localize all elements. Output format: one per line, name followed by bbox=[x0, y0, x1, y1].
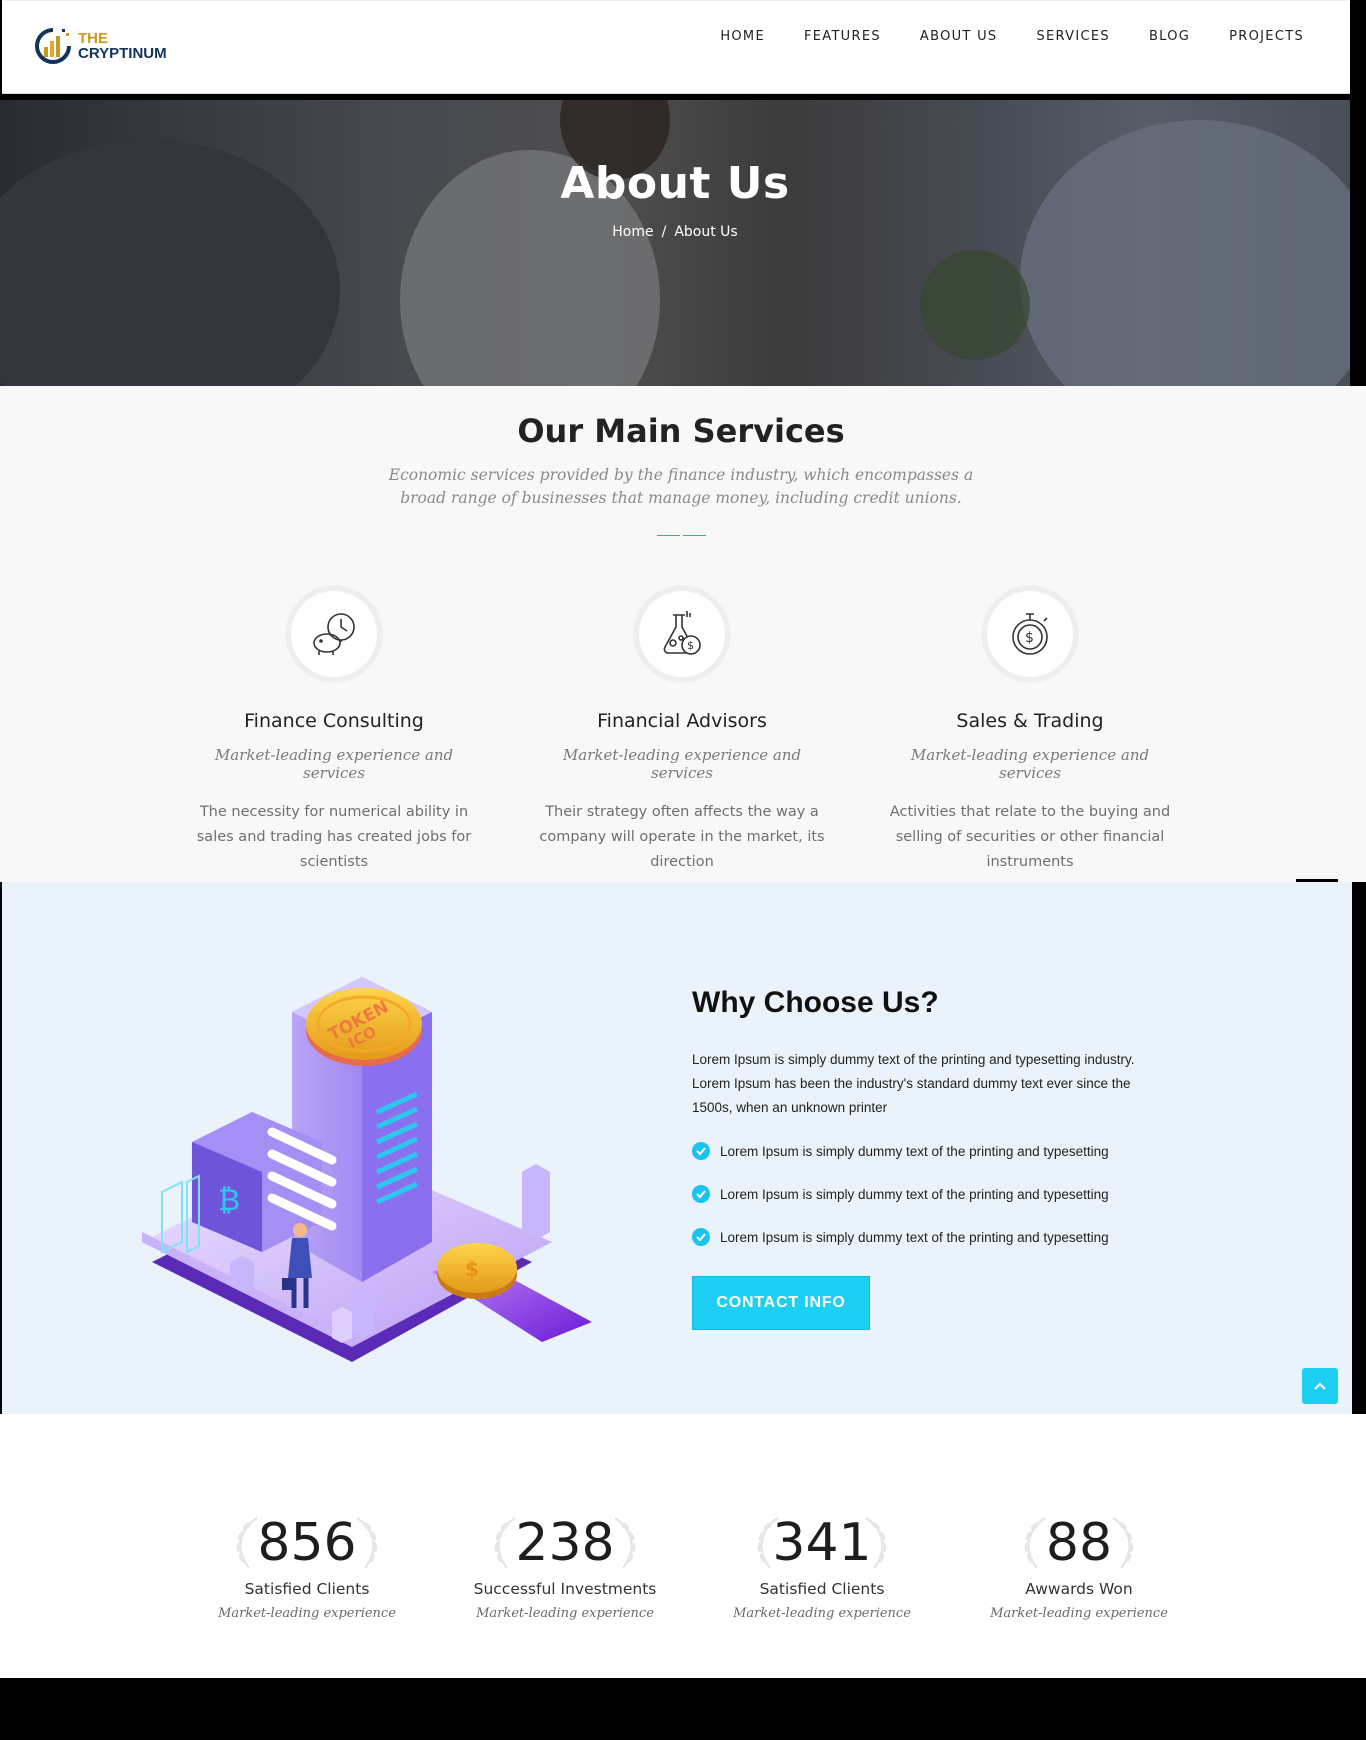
breadcrumb: Home / About Us bbox=[0, 224, 1350, 240]
stat-value: 238 bbox=[515, 1513, 615, 1573]
check-item-text: Lorem Ipsum is simply dummy text of the … bbox=[720, 1143, 1109, 1159]
stat-label: Awwards Won bbox=[1025, 1580, 1133, 1598]
bitcoin-label: ₿ bbox=[218, 1183, 240, 1218]
nav-features[interactable]: FEATURES bbox=[804, 29, 881, 44]
hero-overlay bbox=[0, 100, 1350, 386]
logo-line1: THE bbox=[78, 30, 108, 47]
crypto-building-illustration: ₿ TOKEN ICO $ bbox=[132, 942, 612, 1402]
stat-counter: 856 Satisfied Clients Market-leading exp… bbox=[197, 1510, 417, 1621]
dollar-coin-label: $ bbox=[465, 1257, 479, 1281]
nav-blog[interactable]: BLOG bbox=[1149, 29, 1190, 44]
logo-mark-icon bbox=[32, 25, 74, 67]
service-card: Finance Consulting Market-leading experi… bbox=[184, 586, 484, 875]
stopwatch-dollar-icon: $ bbox=[982, 586, 1078, 682]
stat-value: 341 bbox=[772, 1513, 872, 1573]
why-description: Lorem Ipsum is simply dummy text of the … bbox=[692, 1052, 1135, 1115]
check-item-text: Lorem Ipsum is simply dummy text of the … bbox=[720, 1229, 1109, 1245]
nav-services[interactable]: SERVICES bbox=[1036, 29, 1109, 44]
piggy-clock-icon bbox=[286, 586, 382, 682]
breadcrumb-current: About Us bbox=[674, 224, 738, 240]
service-description: Activities that relate to the buying and… bbox=[889, 804, 1171, 870]
stat-counter: 341 Satisfied Clients Market-leading exp… bbox=[712, 1510, 932, 1621]
nav-home[interactable]: HOME bbox=[720, 29, 765, 44]
check-item-text: Lorem Ipsum is simply dummy text of the … bbox=[720, 1186, 1109, 1202]
service-card: $ Financial Advisors Market-leading expe… bbox=[532, 586, 832, 875]
logo-line2: CRYPTINUM bbox=[78, 45, 167, 62]
service-tagline: Market-leading experience and services bbox=[910, 746, 1150, 782]
chevron-up-icon bbox=[1314, 1382, 1326, 1390]
nav-projects[interactable]: PROJECTS bbox=[1229, 29, 1304, 44]
main-nav: HOME FEATURES ABOUT US SERVICES BLOG PRO… bbox=[681, 29, 1304, 44]
stat-tagline: Market-leading experience bbox=[476, 1606, 654, 1621]
section-edge bbox=[0, 882, 2, 920]
stat-counter: 238 Successful Investments Market-leadin… bbox=[455, 1510, 675, 1621]
service-card: $ Sales & Trading Market-leading experie… bbox=[880, 586, 1180, 875]
service-tagline: Market-leading experience and services bbox=[214, 746, 454, 782]
site-header: THE CRYPTINUM HOME FEATURES ABOUT US SER… bbox=[2, 0, 1350, 94]
svg-text:$: $ bbox=[1025, 630, 1034, 646]
check-circle-icon bbox=[692, 1185, 710, 1203]
check-item: Lorem Ipsum is simply dummy text of the … bbox=[692, 1228, 1109, 1246]
check-circle-icon bbox=[692, 1142, 710, 1160]
stat-value: 856 bbox=[257, 1513, 357, 1573]
stats-section: 856 Satisfied Clients Market-leading exp… bbox=[0, 1414, 1366, 1678]
nav-about-us[interactable]: ABOUT US bbox=[920, 29, 998, 44]
stat-tagline: Market-leading experience bbox=[990, 1606, 1168, 1621]
service-description: The necessity for numerical ability in s… bbox=[196, 804, 472, 870]
svg-text:$: $ bbox=[687, 639, 694, 652]
stat-label: Satisfied Clients bbox=[244, 1580, 370, 1598]
stat-label: Satisfied Clients bbox=[759, 1580, 885, 1598]
logo[interactable]: THE CRYPTINUM bbox=[32, 21, 182, 71]
stat-counter: 88 Awwards Won Market-leading experience bbox=[969, 1510, 1189, 1621]
services-section: Our Main Services Economic services prov… bbox=[0, 386, 1366, 882]
services-title: Our Main Services bbox=[517, 412, 845, 450]
service-name: Sales & Trading bbox=[956, 710, 1104, 732]
check-item: Lorem Ipsum is simply dummy text of the … bbox=[692, 1185, 1109, 1203]
breadcrumb-home[interactable]: Home bbox=[612, 224, 653, 240]
page: THE CRYPTINUM HOME FEATURES ABOUT US SER… bbox=[0, 0, 1366, 1740]
check-circle-icon bbox=[692, 1228, 710, 1246]
section-edge bbox=[1352, 882, 1366, 920]
service-name: Finance Consulting bbox=[244, 710, 424, 732]
stat-value: 88 bbox=[1045, 1513, 1113, 1573]
breadcrumb-separator: / bbox=[661, 224, 667, 240]
why-title: Why Choose Us? bbox=[692, 986, 939, 1019]
page-title: About Us bbox=[560, 158, 790, 209]
check-item: Lorem Ipsum is simply dummy text of the … bbox=[692, 1142, 1109, 1160]
hero-banner: About Us Home / About Us bbox=[0, 100, 1350, 386]
services-subtitle: Economic services provided by the financ… bbox=[388, 466, 974, 507]
why-choose-section: ₿ TOKEN ICO $ Why Choose Us? Lorem Ipsum… bbox=[2, 882, 1352, 1414]
stat-label: Successful Investments bbox=[473, 1580, 657, 1598]
section-divider bbox=[657, 535, 707, 537]
service-tagline: Market-leading experience and services bbox=[562, 746, 802, 782]
contact-info-button[interactable]: CONTACT INFO bbox=[692, 1276, 870, 1330]
back-to-top-button[interactable] bbox=[1302, 1368, 1338, 1404]
service-description: Their strategy often affects the way a c… bbox=[539, 804, 825, 870]
stat-tagline: Market-leading experience bbox=[733, 1606, 911, 1621]
stat-tagline: Market-leading experience bbox=[218, 1606, 396, 1621]
flask-coin-icon: $ bbox=[634, 586, 730, 682]
service-name: Financial Advisors bbox=[597, 710, 767, 732]
